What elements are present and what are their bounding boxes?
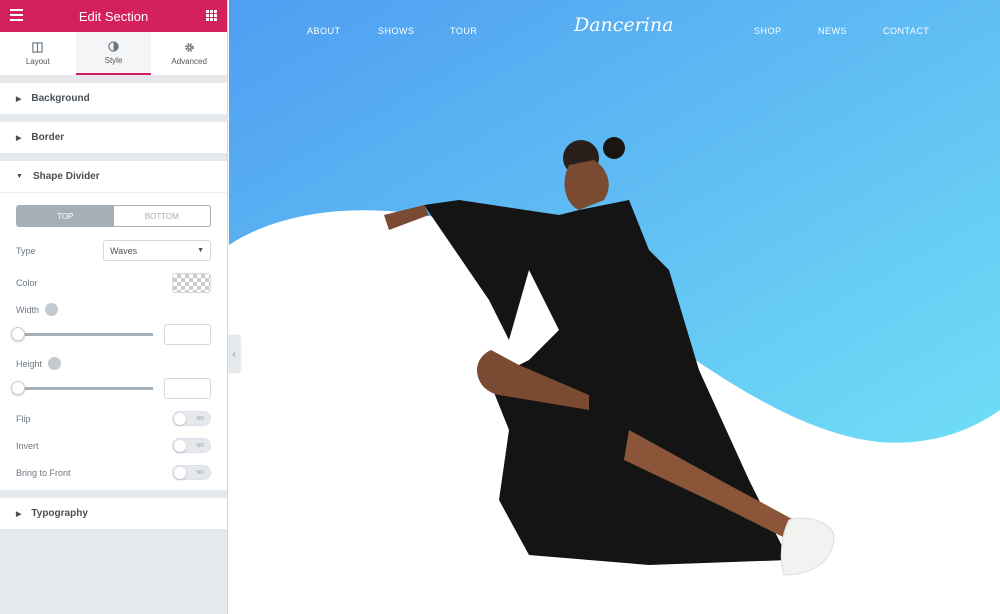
height-input[interactable] xyxy=(164,378,211,399)
layout-icon xyxy=(32,41,44,53)
responsive-desktop-icon[interactable] xyxy=(45,303,59,316)
page-preview: ABOUT SHOWS TOUR Dancerina SHOP NEWS CON… xyxy=(229,0,1000,614)
top-tab[interactable]: TOP xyxy=(17,206,114,226)
tab-label: Style xyxy=(104,55,123,65)
type-select[interactable]: Waves ▼ xyxy=(103,240,211,261)
section-label: Border xyxy=(31,132,65,143)
tab-advanced[interactable]: Advanced xyxy=(151,32,227,75)
tab-style[interactable]: Style xyxy=(75,32,152,75)
width-slider[interactable] xyxy=(11,327,153,341)
type-value: Waves xyxy=(110,245,138,256)
panel-title: Edit Section xyxy=(78,8,149,24)
height-slider[interactable] xyxy=(11,381,153,395)
section-background[interactable]: ▶ Background xyxy=(0,83,227,114)
slider-handle[interactable] xyxy=(11,381,25,395)
toggle-text: NO xyxy=(196,415,205,422)
section-label: Background xyxy=(31,93,90,104)
bring-to-front-label: Bring to Front xyxy=(16,467,71,478)
color-picker[interactable] xyxy=(172,273,211,293)
section-shape-divider[interactable]: ▼ Shape Divider xyxy=(0,161,227,192)
caret-right-icon: ▶ xyxy=(16,95,22,103)
flip-label: Flip xyxy=(16,413,31,424)
nav-about[interactable]: ABOUT xyxy=(307,26,341,36)
nav-shows[interactable]: SHOWS xyxy=(378,26,415,36)
type-label: Type xyxy=(16,245,36,256)
bring-to-front-toggle[interactable]: NO xyxy=(172,465,211,480)
tab-label: Layout xyxy=(25,56,50,66)
slider-handle[interactable] xyxy=(11,327,25,341)
invert-label: Invert xyxy=(16,440,39,451)
bottom-tab[interactable]: BOTTOM xyxy=(114,206,211,226)
section-label: Typography xyxy=(31,508,88,519)
responsive-desktop-icon[interactable] xyxy=(48,357,62,370)
chevron-left-icon: ‹ xyxy=(232,348,236,360)
site-logo[interactable]: Dancerina xyxy=(574,14,673,36)
width-label: Width xyxy=(16,304,40,315)
section-border[interactable]: ▶ Border xyxy=(0,122,227,153)
tab-layout[interactable]: Layout xyxy=(0,32,76,75)
nav-news[interactable]: NEWS xyxy=(818,26,847,36)
toggle-text: NO xyxy=(196,442,205,449)
hamburger-menu-icon[interactable] xyxy=(10,9,23,24)
height-label: Height xyxy=(16,358,43,369)
nav-shop[interactable]: SHOP xyxy=(754,26,782,36)
invert-toggle[interactable]: NO xyxy=(172,438,211,453)
caret-right-icon: ▶ xyxy=(16,134,22,142)
nav-contact[interactable]: CONTACT xyxy=(883,26,929,36)
width-input[interactable] xyxy=(164,324,211,345)
editor-panel: Edit Section Layout Style Advanced ▶ Back… xyxy=(0,0,228,614)
gear-icon xyxy=(184,42,194,52)
half-circle-icon xyxy=(108,40,119,52)
nav-tour[interactable]: TOUR xyxy=(450,26,477,36)
wave-background xyxy=(229,0,1000,576)
collapse-panel-button[interactable]: ‹ xyxy=(228,335,240,373)
chevron-down-icon: ▼ xyxy=(197,247,204,254)
color-label: Color xyxy=(16,278,38,288)
flip-toggle[interactable]: NO xyxy=(172,411,211,426)
apps-grid-icon[interactable] xyxy=(206,10,217,21)
caret-right-icon: ▶ xyxy=(16,510,22,518)
section-typography[interactable]: ▶ Typography xyxy=(0,498,227,529)
caret-down-icon: ▼ xyxy=(16,173,23,180)
toggle-text: NO xyxy=(196,469,205,476)
tab-label: Advanced xyxy=(171,56,207,66)
section-label: Shape Divider xyxy=(32,171,100,182)
panel-header: Edit Section xyxy=(0,0,227,32)
shape-divider-controls: TOP BOTTOM Type Waves ▼ Color Width Height … xyxy=(0,192,227,490)
